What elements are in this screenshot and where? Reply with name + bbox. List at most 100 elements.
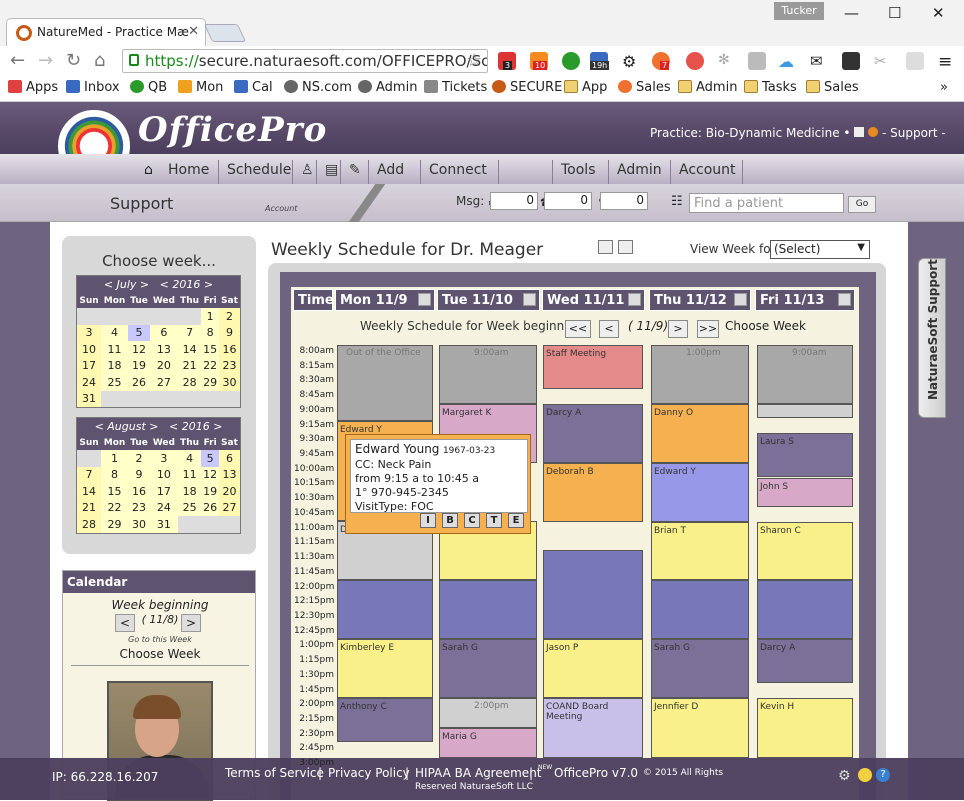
calendar-day[interactable]: 23 — [218, 357, 240, 374]
bookmark-admin[interactable]: Admin — [358, 80, 417, 95]
profile-name[interactable]: Tucker — [774, 2, 824, 20]
calendar-day[interactable]: 26 — [201, 499, 219, 516]
appointment-block[interactable] — [543, 550, 643, 639]
msg-count-phone[interactable]: 0 — [544, 192, 592, 210]
menu-add[interactable]: Add — [368, 160, 404, 184]
bookmark-cal[interactable]: Cal — [234, 80, 273, 95]
go-to-this-week-link[interactable]: Go to this Week — [63, 635, 257, 644]
calendar-day[interactable]: 16 — [128, 483, 151, 500]
address-bar[interactable]: https://secure.naturaesoft.com/OFFICEPRO… — [122, 49, 488, 73]
calendar-day[interactable]: 29 — [101, 516, 128, 533]
next-year[interactable]: > — [213, 420, 222, 433]
calendar-extension-icon[interactable]: 19h — [590, 52, 610, 70]
extension-icon[interactable]: 3 — [498, 52, 516, 70]
next-year[interactable]: > — [204, 278, 213, 291]
calendar-day[interactable]: 17 — [77, 357, 102, 374]
calendar-day[interactable]: 24 — [77, 374, 102, 391]
snowflake-icon[interactable]: ✻ — [718, 52, 736, 70]
appointment-block[interactable]: Kimberley E — [337, 639, 433, 698]
calendar-day[interactable]: 5 — [128, 324, 151, 341]
bookmark-admin-folder[interactable]: Admin — [678, 80, 737, 95]
appointment-block[interactable] — [757, 580, 853, 639]
tools-icon[interactable]: ✂ — [874, 52, 892, 70]
bookmarks-overflow-icon[interactable]: » — [940, 80, 948, 95]
calendar-day[interactable]: 10 — [150, 466, 178, 483]
wrench-icon[interactable]: ✎ — [340, 160, 368, 184]
browser-tab[interactable]: NatureMed - Practice Mæ ✕ — [6, 18, 206, 46]
appointment-block[interactable]: Danny O — [651, 404, 749, 463]
calendar-day[interactable]: 13 — [150, 341, 178, 358]
calendar-day[interactable]: 1 — [101, 450, 128, 467]
menu-schedule[interactable]: Schedule — [218, 160, 291, 184]
appointment-block[interactable] — [651, 580, 749, 639]
appointment-block[interactable]: Darcy A — [757, 639, 853, 683]
support-link[interactable]: - Support - — [882, 126, 946, 140]
calendar-day[interactable]: 3 — [150, 450, 178, 467]
lightbulb-icon[interactable] — [858, 768, 872, 782]
calendar-day[interactable]: 6 — [150, 324, 178, 341]
gear-icon[interactable]: ⚙ — [838, 768, 852, 784]
bookmark-mon[interactable]: Mon — [178, 80, 223, 95]
prev-year[interactable]: < — [169, 420, 178, 433]
calendar-day[interactable]: 21 — [177, 357, 202, 374]
calendar-day[interactable]: 31 — [150, 516, 178, 533]
appointment-block[interactable]: Jennfier D — [651, 698, 749, 758]
next-month[interactable]: > — [140, 278, 149, 291]
appointment-block[interactable]: Anthony C — [337, 698, 433, 742]
calendar-day[interactable]: 14 — [177, 341, 202, 358]
hipaa-link[interactable]: HIPAA BA Agreement — [415, 766, 542, 780]
next-month[interactable]: > — [149, 420, 158, 433]
home-icon[interactable]: ⌂ — [144, 162, 153, 178]
msg-count-inbox[interactable]: 0 — [490, 192, 538, 210]
appointment-block[interactable] — [337, 580, 433, 639]
bookmark-app[interactable]: App — [564, 80, 607, 95]
prev-month-button[interactable]: << — [565, 320, 591, 338]
calendar-day[interactable]: 12 — [128, 341, 151, 358]
bookmark-star-icon[interactable]: ☆ — [466, 50, 482, 71]
calendar-day[interactable]: 30 — [218, 374, 240, 391]
prev-week-button[interactable]: < — [599, 320, 619, 338]
maximize-icon[interactable]: ☐ — [888, 4, 901, 22]
cloud-icon[interactable]: ☁ — [778, 52, 796, 71]
add-appointment-icon[interactable] — [628, 293, 641, 306]
add-appointment-icon[interactable] — [523, 293, 536, 306]
calendar-day[interactable]: 17 — [150, 483, 178, 500]
choose-week-link[interactable]: Choose Week — [725, 319, 806, 333]
find-patient-input[interactable]: Find a patient — [689, 193, 844, 213]
calendar-day[interactable]: 9 — [218, 324, 240, 341]
popup-button-b[interactable]: B — [442, 513, 458, 528]
print-icon[interactable] — [854, 127, 865, 137]
calendar-day[interactable]: 31 — [77, 390, 102, 407]
privacy-link[interactable]: Privacy Policy — [328, 766, 410, 780]
extension-icon[interactable]: 10 — [530, 52, 548, 70]
close-tab-icon[interactable]: ✕ — [188, 24, 199, 39]
calendar-day[interactable]: 10 — [77, 341, 102, 358]
view-week-select[interactable]: (Select) ▼ — [770, 240, 870, 259]
go-button[interactable]: Go — [848, 196, 876, 213]
bookmark-qb[interactable]: QB — [130, 80, 167, 95]
calendar-day[interactable]: 29 — [201, 374, 219, 391]
calendar-day[interactable]: 21 — [77, 499, 102, 516]
list-view-icon[interactable] — [618, 240, 633, 254]
calendar-day[interactable]: 7 — [177, 324, 202, 341]
calendar-day[interactable]: 19 — [201, 483, 219, 500]
popup-button-t[interactable]: T — [486, 513, 502, 528]
calendar-day[interactable]: 24 — [150, 499, 178, 516]
appointment-block[interactable]: Sharon C — [757, 522, 853, 580]
appointment-block[interactable]: Out of the Office — [337, 345, 433, 421]
calendar-day[interactable]: 23 — [128, 499, 151, 516]
calendar-day[interactable]: 15 — [101, 483, 128, 500]
calendar-day[interactable]: 14 — [77, 483, 102, 500]
appointment-block[interactable]: 2:00pm — [439, 698, 537, 728]
appointment-block[interactable]: Brian T — [651, 522, 749, 580]
next-month-button[interactable]: >> — [697, 320, 719, 338]
calendar-day[interactable]: 2 — [218, 308, 240, 325]
calendar-day[interactable]: 8 — [201, 324, 219, 341]
calendar-day[interactable]: 30 — [128, 516, 151, 533]
choose-week-link[interactable]: Choose Week — [63, 647, 257, 661]
menu-connect[interactable]: Connect — [420, 160, 487, 184]
minimize-icon[interactable]: — — [844, 4, 859, 22]
support-side-tab[interactable]: NaturaeSoft Support — [918, 258, 946, 418]
calendar-day[interactable]: 8 — [101, 466, 128, 483]
list-icon[interactable]: ▤ — [316, 160, 340, 184]
